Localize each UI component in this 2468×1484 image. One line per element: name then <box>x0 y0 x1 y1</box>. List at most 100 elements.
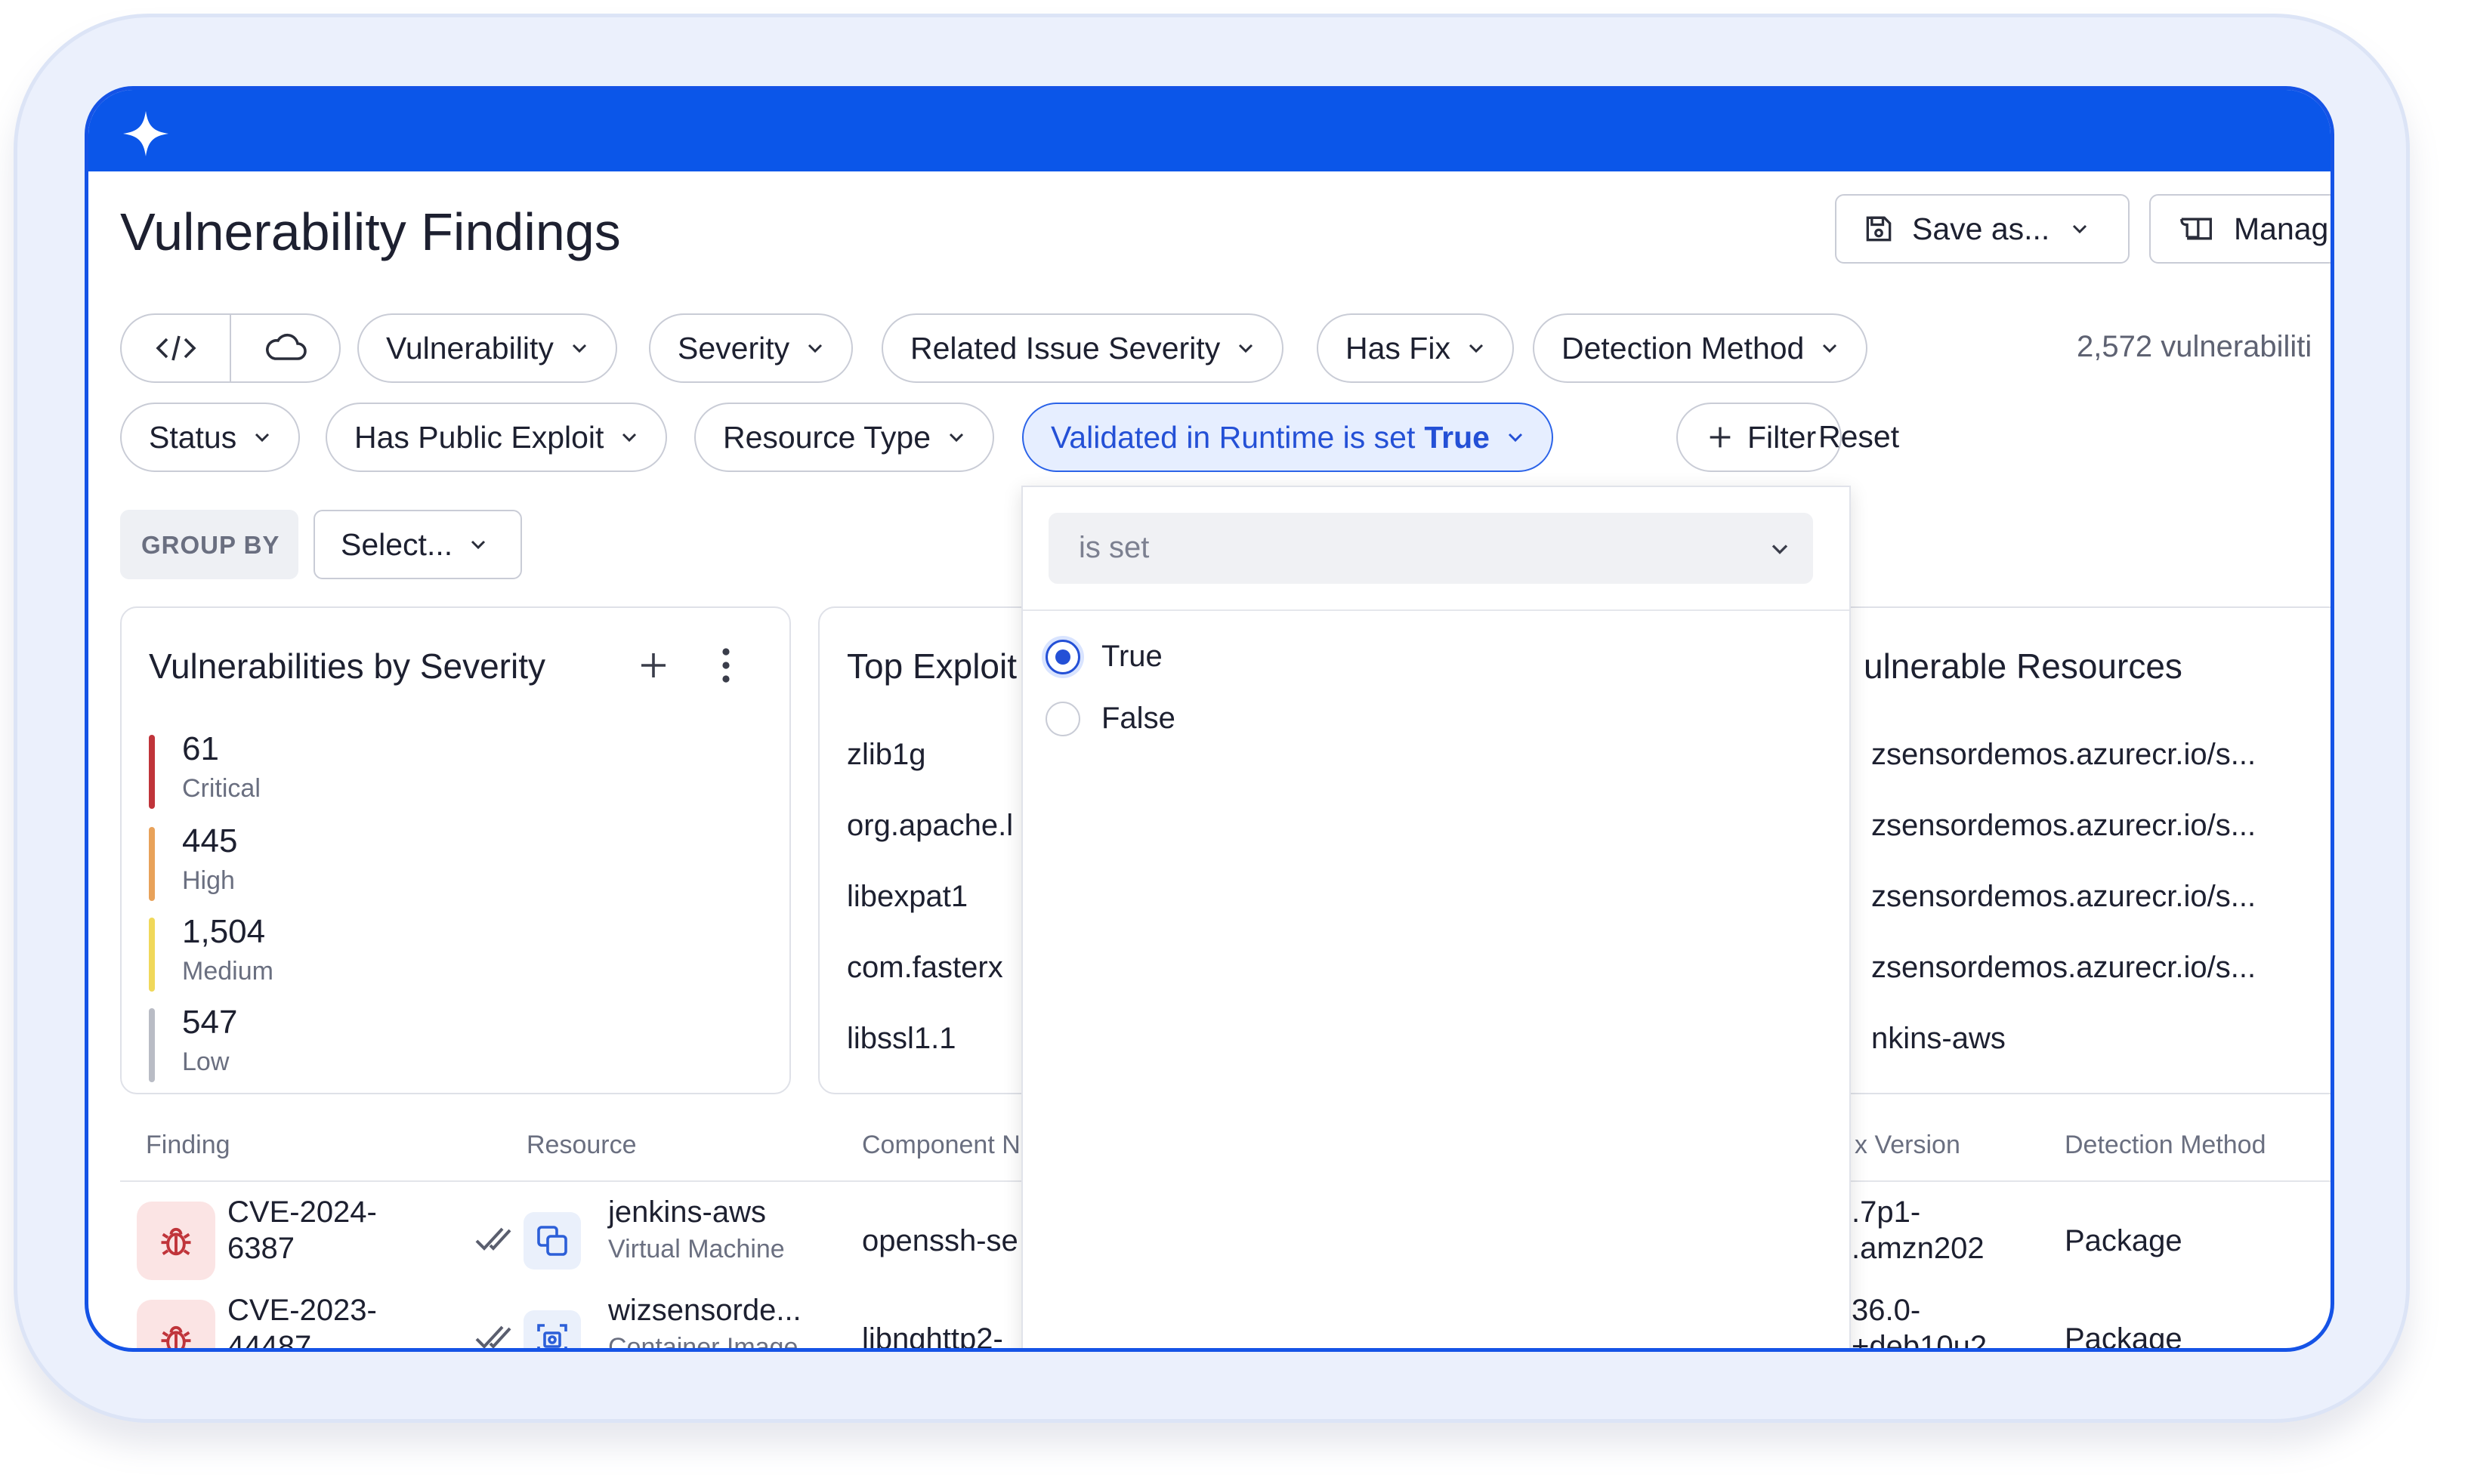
active-filter-value: True <box>1424 419 1490 455</box>
filter-related-issue-severity[interactable]: Related Issue Severity <box>882 313 1284 383</box>
cve-id-cont: 6387 <box>227 1232 295 1265</box>
filter-status[interactable]: Status <box>120 403 301 472</box>
cve-id[interactable]: CVE-2024- <box>227 1196 377 1229</box>
group-by-select[interactable]: Select... <box>314 510 522 579</box>
plus-icon <box>1710 427 1731 448</box>
code-icon <box>155 335 196 361</box>
operator-value: is set <box>1079 531 1150 564</box>
vm-icon-box <box>524 1212 581 1270</box>
chevron-down-icon <box>1469 344 1484 353</box>
view-toggle <box>120 313 341 383</box>
resource-item[interactable]: zsensordemos.azurecr.io/s... <box>1871 738 2256 772</box>
filter-label: Status <box>149 419 237 455</box>
plus-icon[interactable] <box>635 647 672 683</box>
filter-label: Detection Method <box>1561 330 1805 366</box>
stage: Vulnerability Findings Save as... Manag … <box>0 0 2468 1484</box>
container-image-icon <box>537 1324 567 1348</box>
filter-label: Has Fix <box>1345 330 1450 366</box>
resource-item[interactable]: zsensordemos.azurecr.io/s... <box>1871 809 2256 843</box>
exploit-item[interactable]: zlib1g <box>847 738 926 772</box>
exploit-item[interactable]: com.fasterx <box>847 951 1003 985</box>
chevron-down-icon <box>255 433 270 443</box>
bug-icon-box <box>137 1300 215 1348</box>
vulnerable-resources-card: ulnerable Resources zsensordemos.azurecr… <box>1826 606 2331 1094</box>
manage-icon <box>2180 218 2212 240</box>
filter-validated-in-runtime[interactable]: Validated in Runtime is set True <box>1022 403 1553 472</box>
filter-resource-type[interactable]: Resource Type <box>694 403 995 472</box>
severity-count: 445 <box>182 822 238 859</box>
severity-card-title: Vulnerabilities by Severity <box>149 646 545 686</box>
resource-name[interactable]: jenkins-aws <box>608 1196 766 1229</box>
chevron-down-icon <box>471 540 486 550</box>
chevron-down-icon <box>808 344 823 353</box>
filter-has-public-exploit[interactable]: Has Public Exploit <box>326 403 668 472</box>
column-header-resource[interactable]: Resource <box>527 1131 637 1160</box>
chevron-down-icon <box>2073 224 2087 234</box>
resource-item[interactable]: zsensordemos.azurecr.io/s... <box>1871 880 2256 914</box>
bug-icon-box <box>137 1202 215 1280</box>
severity-bar-medium <box>149 918 155 992</box>
cve-id[interactable]: CVE-2023- <box>227 1294 377 1328</box>
resource-item[interactable]: nkins-aws <box>1871 1022 2006 1056</box>
severity-label: Critical <box>182 774 261 803</box>
bug-icon <box>161 1325 191 1348</box>
severity-count: 1,504 <box>182 913 266 950</box>
chevron-down-icon <box>1823 344 1837 353</box>
chevron-down-icon <box>1239 344 1253 353</box>
group-by-placeholder: Select... <box>341 526 453 562</box>
severity-bar-critical <box>149 735 155 809</box>
radio-true[interactable] <box>1046 640 1080 674</box>
active-filter-prefix: Validated in Runtime is set <box>1051 419 1416 455</box>
operator-select[interactable]: is set <box>1049 513 1813 584</box>
severity-bar-low <box>149 1008 155 1082</box>
resource-type: Container Image <box>608 1333 798 1352</box>
option-label: False <box>1101 702 1175 735</box>
resource-item[interactable]: zsensordemos.azurecr.io/s... <box>1871 951 2256 985</box>
kebab-icon[interactable] <box>708 646 744 685</box>
manage-button[interactable]: Manag <box>2149 194 2331 264</box>
filter-detection-method[interactable]: Detection Method <box>1533 313 1868 383</box>
chevron-down-icon <box>1771 545 1788 554</box>
severity-count: 61 <box>182 730 219 767</box>
component-name: libnghttp2- <box>862 1322 1003 1352</box>
severity-label: Low <box>182 1047 230 1076</box>
column-header-finding[interactable]: Finding <box>146 1131 230 1160</box>
group-by-label: GROUP BY <box>141 531 280 559</box>
code-view-button[interactable] <box>122 315 231 381</box>
severity-label: Medium <box>182 957 273 986</box>
exploit-item[interactable]: org.apache.l <box>847 809 1013 843</box>
dropdown-divider <box>1023 609 1849 611</box>
filter-severity[interactable]: Severity <box>649 313 854 383</box>
severity-count: 547 <box>182 1004 238 1041</box>
chevron-down-icon <box>622 433 637 443</box>
check-icon <box>475 1227 511 1251</box>
cloud-view-button[interactable] <box>231 315 339 381</box>
column-header-component[interactable]: Component N <box>862 1131 1021 1160</box>
column-header-detection-method[interactable]: Detection Method <box>2065 1131 2266 1160</box>
vm-icon <box>537 1226 567 1256</box>
sparkle-icon <box>123 111 168 156</box>
fix-version: .7p1- <box>1852 1196 1921 1229</box>
option-true[interactable]: True <box>1041 631 1343 683</box>
container-image-icon-box <box>524 1310 581 1348</box>
reset-link[interactable]: Reset <box>1818 419 1899 455</box>
filter-label: Has Public Exploit <box>354 419 604 455</box>
resource-name[interactable]: wizsensorde... <box>608 1294 802 1328</box>
detection-method: Package <box>2065 1224 2182 1257</box>
column-header-fix-version[interactable]: x Version <box>1855 1131 1960 1160</box>
option-false[interactable]: False <box>1041 693 1343 745</box>
component-name: openssh-se <box>862 1224 1018 1257</box>
radio-false[interactable] <box>1046 702 1080 736</box>
exploit-item[interactable]: libssl1.1 <box>847 1022 956 1056</box>
chevron-down-icon <box>572 344 586 353</box>
filter-vulnerability[interactable]: Vulnerability <box>357 313 617 383</box>
save-icon <box>1866 216 1892 242</box>
detection-method: Package <box>2065 1322 2182 1352</box>
exploit-item[interactable]: libexpat1 <box>847 880 968 914</box>
result-count: 2,572 vulnerabiliti <box>2077 330 2312 363</box>
top-bar <box>88 90 2331 171</box>
save-as-button[interactable]: Save as... <box>1835 194 2130 264</box>
filter-has-fix[interactable]: Has Fix <box>1317 313 1514 383</box>
cve-id-cont: 44487 <box>227 1330 312 1352</box>
add-filter-button[interactable]: Filter <box>1676 403 1843 472</box>
